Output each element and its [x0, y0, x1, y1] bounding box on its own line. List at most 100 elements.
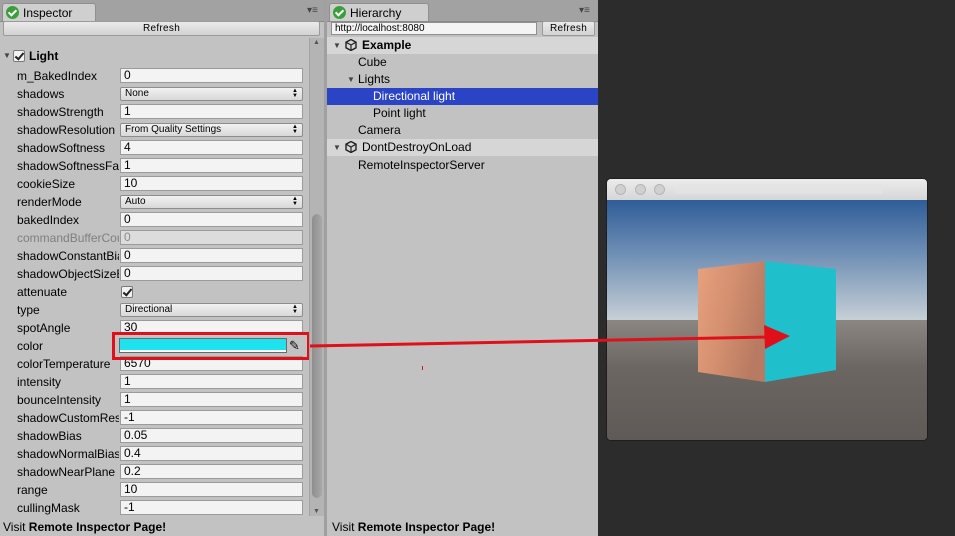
prop-label: shadowSoftnessFade	[17, 159, 119, 173]
prop-label: shadowStrength	[17, 105, 104, 119]
prop-label: shadows	[17, 87, 65, 101]
cube-render	[698, 261, 836, 382]
prop-field[interactable]: 0	[120, 266, 303, 281]
inspector-row: attenuate	[0, 283, 305, 301]
tab-hierarchy[interactable]: Hierarchy	[329, 3, 429, 21]
prop-label: shadowConstantBias	[17, 249, 119, 263]
hierarchy-item-label: Point light	[373, 106, 426, 120]
dropdown-value: From Quality Settings	[125, 124, 222, 135]
prop-field[interactable]: 0	[120, 248, 303, 263]
remote-inspector-link[interactable]: Remote Inspector Page!	[358, 520, 495, 534]
inspector-scrollbar[interactable]: ▲ ▼	[309, 38, 324, 516]
hierarchy-item[interactable]: Directional light	[327, 88, 598, 105]
prop-label: attenuate	[17, 285, 68, 299]
inspector-tabbar: Inspector ▾≡	[0, 0, 324, 22]
inspector-row: commandBufferCount0	[0, 229, 305, 247]
url-input[interactable]: http://localhost:8080	[331, 22, 537, 35]
prop-dropdown[interactable]: From Quality Settings ▲ ▼	[120, 123, 303, 137]
prop-field[interactable]: 0	[120, 230, 303, 245]
prop-field[interactable]: 4	[120, 140, 303, 155]
scroll-up-icon[interactable]: ▲	[313, 39, 320, 46]
game-preview-window	[607, 179, 927, 440]
footer-prefix: Visit	[3, 520, 29, 534]
inspector-row: shadowStrength 1	[0, 103, 305, 121]
inspector-row: shadowObjectSizeBias0	[0, 265, 305, 283]
prop-dropdown[interactable]: None ▲ ▼	[120, 87, 303, 101]
prop-field[interactable]: 0.05	[120, 428, 303, 443]
prop-field[interactable]: 10	[120, 176, 303, 191]
prop-label: m_BakedIndex	[17, 69, 98, 83]
prop-label: cookieSize	[17, 177, 76, 191]
foldout-triangle-icon[interactable]: ▼	[333, 37, 341, 54]
light-enabled-checkbox[interactable]	[13, 50, 25, 62]
prop-label: color	[17, 339, 44, 353]
hierarchy-item-label: Lights	[358, 72, 391, 86]
inspector-row: shadowConstantBias 0	[0, 247, 305, 265]
foldout-triangle-icon[interactable]: ▼	[3, 51, 11, 60]
dropdown-arrow-icon: ▲ ▼	[292, 304, 298, 315]
prop-label: intensity	[17, 375, 62, 389]
prop-field[interactable]: -1	[120, 410, 303, 425]
dropdown-value: Directional	[125, 304, 173, 315]
foldout-triangle-icon[interactable]: ▼	[333, 139, 341, 156]
prop-label: shadowCustomResolution	[17, 411, 119, 425]
check-circle-icon	[6, 6, 19, 19]
inspector-row: cookieSize 10	[0, 175, 305, 193]
scene-row[interactable]: ▼ DontDestroyOnLoad	[327, 139, 598, 156]
prop-field[interactable]: 1	[120, 158, 303, 173]
dropdown-value: Auto	[125, 196, 146, 207]
prop-label: bakedIndex	[17, 213, 80, 227]
dropdown-arrow-icon: ▲ ▼	[292, 124, 298, 135]
hierarchy-item-label: DontDestroyOnLoad	[362, 140, 472, 154]
prop-field[interactable]: 1	[120, 104, 303, 119]
inspector-refresh-button[interactable]: Refresh	[3, 21, 320, 36]
unity-logo-icon	[345, 141, 357, 153]
hierarchy-item-label: Directional light	[373, 89, 456, 103]
panel-menu-icon[interactable]: ▾≡	[307, 6, 318, 16]
remote-inspector-link[interactable]: Remote Inspector Page!	[29, 520, 166, 534]
scene-row[interactable]: ▼ Example	[327, 37, 598, 54]
inspector-row: shadowResolution From Quality Settings ▲ ▼	[0, 121, 305, 139]
foldout-triangle-icon[interactable]: ▼	[347, 71, 355, 88]
inspector-row: cullingMask -1	[0, 499, 305, 517]
scroll-down-icon[interactable]: ▼	[313, 508, 320, 515]
color-swatch[interactable]	[119, 338, 287, 353]
tab-hierarchy-label: Hierarchy	[350, 6, 402, 20]
prop-field[interactable]: 1	[120, 392, 303, 407]
hierarchy-item-label: Camera	[358, 123, 401, 137]
hierarchy-item[interactable]: RemoteInspectorServer	[327, 157, 598, 174]
dropdown-arrow-icon: ▲ ▼	[292, 196, 298, 207]
hierarchy-item[interactable]: ▼ Lights	[327, 71, 598, 88]
prop-label: spotAngle	[17, 321, 71, 335]
prop-label: shadowNormalBias	[17, 447, 119, 461]
prop-field[interactable]: -1	[120, 500, 303, 515]
prop-field[interactable]: 0	[120, 212, 303, 227]
prop-label: shadowNearPlane	[17, 465, 116, 479]
light-component-header[interactable]: ▼ Light	[0, 47, 305, 65]
attenuate-checkbox[interactable]	[121, 286, 133, 298]
panel-menu-icon[interactable]: ▾≡	[579, 6, 590, 16]
scrollbar-thumb[interactable]	[312, 214, 322, 498]
prop-field[interactable]: 0.4	[120, 446, 303, 461]
inspector-footer: Visit Remote Inspector Page!	[0, 518, 324, 536]
prop-dropdown[interactable]: Auto ▲ ▼	[120, 195, 303, 209]
hierarchy-item[interactable]: Camera	[327, 122, 598, 139]
hierarchy-item[interactable]: Cube	[327, 54, 598, 71]
prop-field[interactable]: 0.2	[120, 464, 303, 479]
hierarchy-item[interactable]: Point light	[327, 105, 598, 122]
component-title: Light	[29, 49, 59, 63]
prop-label: colorTemperature	[17, 357, 111, 371]
dropdown-arrow-icon: ▲ ▼	[292, 88, 298, 99]
prop-label: shadowResolution	[17, 123, 116, 137]
prop-dropdown[interactable]: Directional ▲ ▼	[120, 303, 303, 317]
prop-field[interactable]: 10	[120, 482, 303, 497]
inspector-row: shadowCustomResolution-1	[0, 409, 305, 427]
prop-field[interactable]: 1	[120, 374, 303, 389]
inspector-row: bounceIntensity 1	[0, 391, 305, 409]
hierarchy-refresh-button[interactable]: Refresh	[542, 21, 595, 36]
tab-inspector[interactable]: Inspector	[2, 3, 96, 21]
prop-field[interactable]: 0	[120, 68, 303, 83]
inspector-row: shadowSoftness 4	[0, 139, 305, 157]
inspector-row: shadowSoftnessFade1	[0, 157, 305, 175]
hierarchy-item-label: RemoteInspectorServer	[358, 158, 485, 172]
